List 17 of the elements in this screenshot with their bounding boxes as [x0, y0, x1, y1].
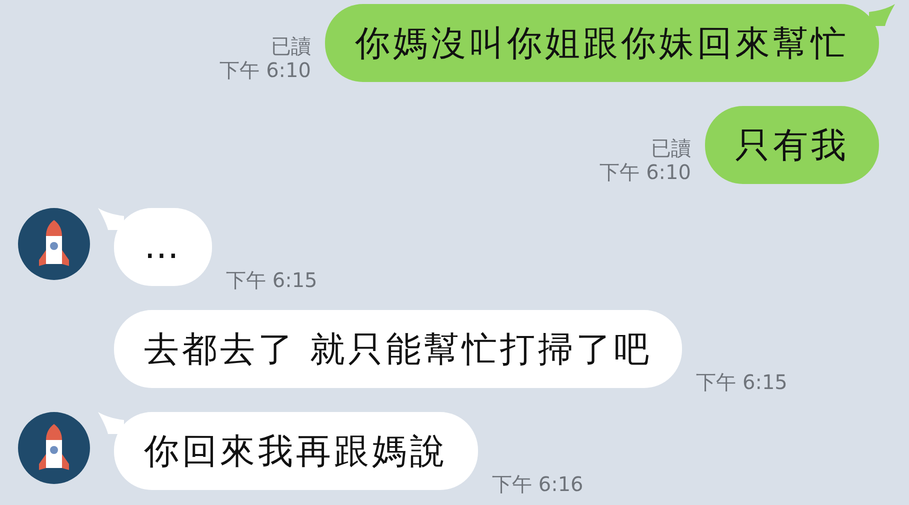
- message-bubble: …: [114, 208, 212, 286]
- message-time: 下午 6:10: [600, 160, 691, 184]
- bubble-tail: [869, 4, 895, 26]
- bubble-tail: [98, 208, 124, 230]
- message-time: 下午 6:16: [492, 472, 584, 496]
- avatar-rocket-icon: [18, 412, 90, 484]
- message-time: 下午 6:15: [226, 268, 318, 292]
- message-bubble: 只有我: [705, 106, 879, 184]
- read-receipt: 已讀: [651, 136, 691, 160]
- bubble-tail: [98, 412, 124, 434]
- message-bubble: 你媽沒叫你姐跟你妹回來幫忙: [325, 4, 879, 82]
- avatar-rocket-icon: [18, 208, 90, 280]
- message-time: 下午 6:15: [696, 370, 788, 394]
- message-bubble: 去都去了 就只能幫忙打掃了吧: [114, 310, 682, 388]
- read-receipt: 已讀: [271, 34, 311, 58]
- message-bubble: 你回來我再跟媽說: [114, 412, 478, 490]
- message-time: 下午 6:10: [220, 58, 311, 82]
